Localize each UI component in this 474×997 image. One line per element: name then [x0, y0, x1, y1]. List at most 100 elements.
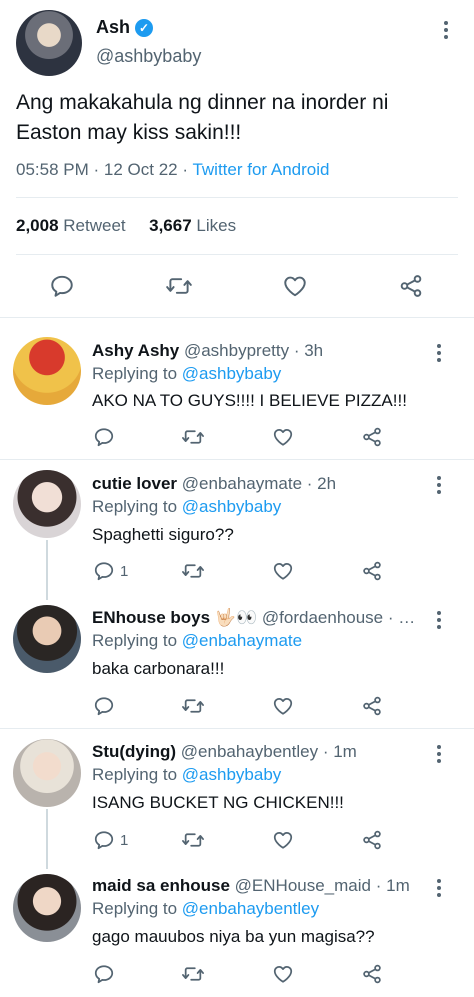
reply-author-name[interactable]: cutie lover — [92, 474, 177, 493]
share-button[interactable] — [361, 560, 383, 582]
share-button[interactable] — [398, 273, 424, 299]
reply-button[interactable] — [93, 963, 120, 985]
like-button[interactable] — [272, 963, 294, 985]
avatar[interactable] — [13, 739, 81, 807]
more-options-icon — [432, 341, 446, 362]
avatar[interactable] — [13, 605, 81, 673]
replying-to: Replying to @enbahaymate — [92, 631, 302, 651]
replying-label: Replying to — [92, 631, 178, 650]
author-handle[interactable]: @ashbybaby — [96, 46, 201, 67]
like-icon — [273, 562, 293, 580]
more-options-button[interactable] — [432, 608, 446, 630]
like-icon — [273, 831, 293, 849]
tweet-source-link[interactable]: Twitter for Android — [192, 160, 329, 179]
replying-mention[interactable]: @ashbybaby — [182, 497, 282, 516]
replying-mention[interactable]: @enbahaymate — [182, 631, 302, 650]
reply-author-handle[interactable]: @ENHouse_maid — [235, 876, 371, 895]
divider — [16, 197, 458, 198]
reply-button[interactable] — [93, 695, 120, 717]
reply-tweet[interactable]: maid sa enhouse @ENHouse_maid · 1m Reply… — [0, 864, 474, 997]
reply-header: maid sa enhouse @ENHouse_maid · 1m — [92, 876, 432, 896]
like-icon — [273, 965, 293, 983]
reply-author-name[interactable]: Stu(dying) — [92, 742, 176, 761]
reply-tweet[interactable]: Ashy Ashy @ashbypretty · 3h Replying to … — [0, 319, 474, 460]
retweet-button[interactable] — [181, 560, 205, 582]
author-name[interactable]: Ash — [96, 17, 130, 38]
share-icon — [400, 275, 422, 297]
reply-time: · 1m — [322, 742, 357, 761]
share-icon — [363, 561, 381, 581]
reply-icon — [94, 562, 114, 581]
retweet-button[interactable] — [181, 695, 205, 717]
share-button[interactable] — [361, 963, 383, 985]
reply-header: Ashy Ashy @ashbypretty · 3h — [92, 341, 432, 361]
avatar[interactable] — [13, 337, 81, 405]
reply-author-name[interactable]: maid sa enhouse — [92, 876, 230, 895]
avatar[interactable] — [16, 10, 82, 76]
reply-button[interactable]: 1 — [93, 560, 128, 582]
like-button[interactable] — [282, 273, 308, 299]
reply-icon — [94, 965, 114, 984]
like-button[interactable] — [272, 829, 294, 851]
reply-author-name[interactable]: ENhouse boys — [92, 608, 210, 627]
replying-label: Replying to — [92, 765, 178, 784]
divider — [16, 254, 458, 255]
like-button[interactable] — [272, 560, 294, 582]
more-options-button[interactable] — [432, 473, 446, 495]
reply-time: · 1m — [375, 876, 410, 895]
like-button[interactable] — [272, 695, 294, 717]
reply-button[interactable]: 1 — [93, 829, 128, 851]
share-icon — [363, 427, 381, 447]
share-button[interactable] — [361, 829, 383, 851]
main-tweet: Ash ✓ @ashbybaby Ang makakahula ng dinne… — [0, 0, 474, 318]
replying-mention[interactable]: @ashbybaby — [182, 765, 282, 784]
avatar[interactable] — [13, 470, 81, 538]
reply-tweet[interactable]: cutie lover @enbahaymate · 2h Replying t… — [0, 461, 474, 600]
reply-author-handle[interactable]: @enbahaybentley — [181, 742, 318, 761]
retweet-icon — [182, 430, 204, 444]
thread-line — [46, 809, 48, 869]
verified-badge-icon: ✓ — [135, 18, 154, 37]
replying-to: Replying to @ashbybaby — [92, 497, 281, 517]
avatar[interactable] — [13, 874, 81, 942]
retweet-button[interactable] — [181, 426, 205, 448]
share-button[interactable] — [361, 426, 383, 448]
reply-button[interactable] — [93, 426, 120, 448]
tweet-date: 12 Oct 22 — [103, 160, 178, 179]
more-options-button[interactable] — [432, 341, 446, 363]
reply-button[interactable] — [49, 273, 75, 299]
retweet-count: 2,008 — [16, 216, 59, 235]
tweet-stats: 2,008 Retweet 3,667 Likes — [16, 216, 236, 236]
retweet-button[interactable] — [181, 829, 205, 851]
more-options-button[interactable] — [432, 876, 446, 898]
reply-author-handle[interactable]: @ashbypretty — [184, 341, 289, 360]
like-stat[interactable]: 3,667 Likes — [149, 216, 236, 235]
retweet-button[interactable] — [165, 273, 193, 299]
reply-icon — [94, 831, 114, 850]
reply-icon — [51, 275, 73, 297]
more-options-button[interactable] — [432, 742, 446, 764]
author-name-row[interactable]: Ash ✓ — [96, 17, 154, 38]
like-button[interactable] — [272, 426, 294, 448]
share-button[interactable] — [361, 695, 383, 717]
replying-mention[interactable]: @enbahaybentley — [182, 899, 319, 918]
reply-tweet[interactable]: Stu(dying) @enbahaybentley · 1m Replying… — [0, 730, 474, 869]
retweet-stat[interactable]: 2,008 Retweet — [16, 216, 126, 235]
more-options-icon — [432, 742, 446, 763]
reply-author-name[interactable]: Ashy Ashy — [92, 341, 179, 360]
retweet-icon — [182, 699, 204, 713]
thread-line — [46, 540, 48, 600]
like-icon — [284, 276, 306, 297]
reply-text: Spaghetti siguro?? — [92, 525, 234, 544]
more-options-button[interactable] — [438, 18, 454, 42]
replying-mention[interactable]: @ashbybaby — [182, 364, 282, 383]
retweet-button[interactable] — [181, 963, 205, 985]
retweet-icon — [182, 967, 204, 981]
reply-tweet[interactable]: ENhouse boys 🤟🏻👀 @fordaenhouse · … Reply… — [0, 595, 474, 729]
reply-author-handle[interactable]: @fordaenhouse — [262, 608, 383, 627]
reply-author-handle[interactable]: @enbahaymate — [182, 474, 302, 493]
share-icon — [363, 696, 381, 716]
like-icon — [273, 428, 293, 446]
tweet-time: 05:58 PM — [16, 160, 89, 179]
reply-time: · 2h — [306, 474, 337, 493]
